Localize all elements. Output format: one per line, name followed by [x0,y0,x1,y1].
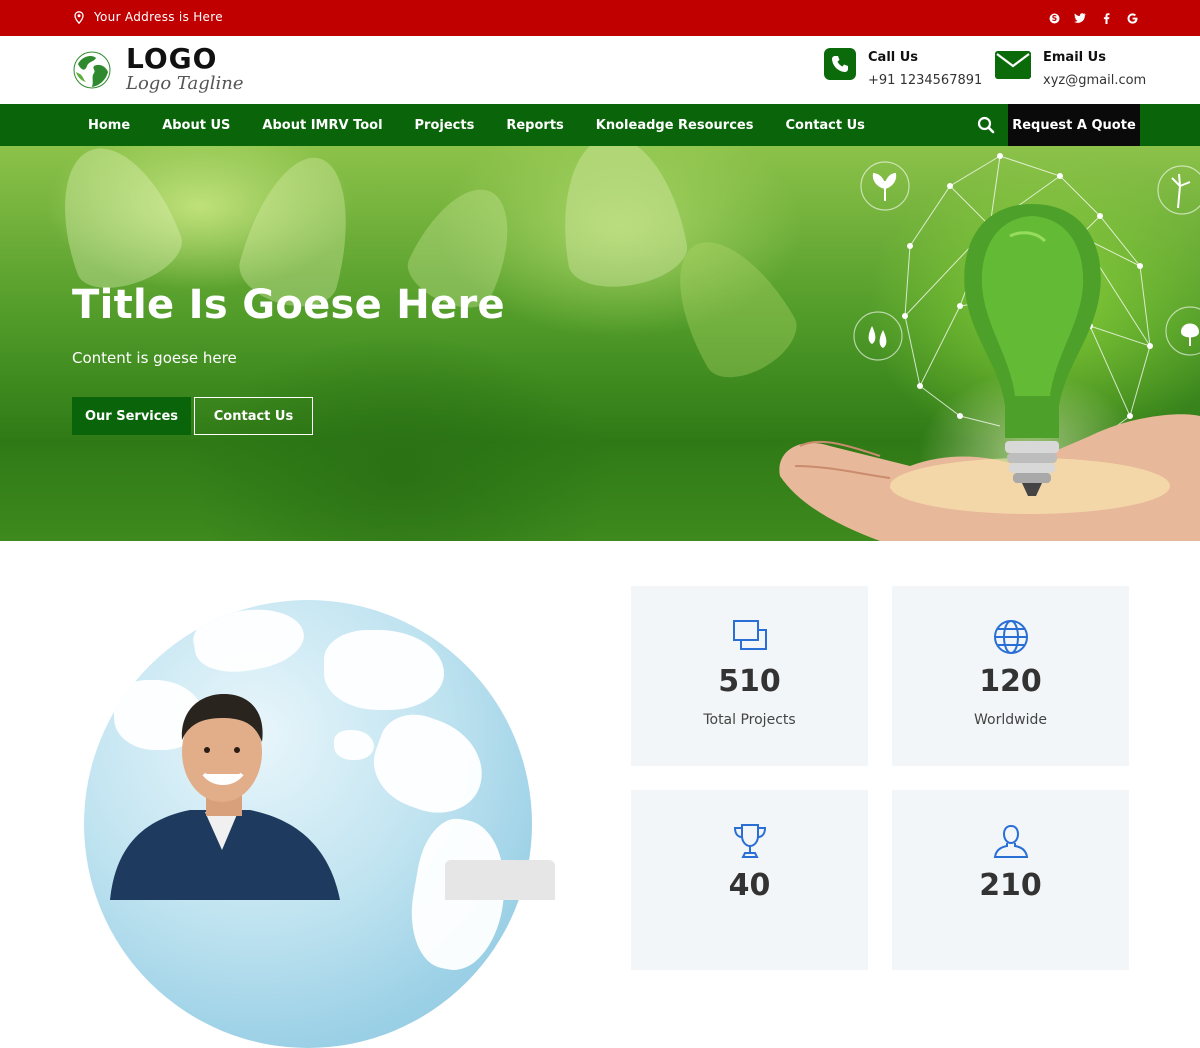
nav-item-knowledge-resources[interactable]: Knoleadge Resources [580,118,770,133]
envelope-icon [995,51,1031,79]
address-text: Your Address is Here [94,10,223,24]
landmass [361,703,497,827]
site-header: LOGO Logo Tagline Call Us +91 1234567891… [0,36,1200,104]
twitter-icon[interactable] [1074,9,1086,27]
smiling-man-photo [110,694,340,900]
background-leaf [39,146,191,301]
hero-subtitle: Content is goese here [72,349,237,367]
logo[interactable]: LOGO Logo Tagline [72,45,244,95]
email-label: Email Us [1043,50,1106,65]
phone-icon [824,48,856,80]
hero-title: Title Is Goese Here [72,282,505,328]
stat-card-worldwide: 120 Worldwide [892,586,1129,766]
globe-logo-icon [73,51,111,89]
stat-card-awards: 40 [631,790,868,970]
hero-banner: Title Is Goese Here Content is goese her… [0,146,1200,541]
our-services-button[interactable]: Our Services [72,397,191,435]
stat-label: Worldwide [974,712,1047,728]
email-address: xyz@gmail.com [1043,73,1147,88]
contact-us-button[interactable]: Contact Us [194,397,313,435]
background-leaf [547,146,693,296]
globe-icon [993,620,1028,654]
stat-value: 40 [728,868,771,903]
phone-number: +91 1234567891 [868,73,983,88]
stat-value: 510 [718,664,781,699]
lightbulb-illustration [779,153,1200,541]
nav-item-about-us[interactable]: About US [146,118,246,133]
user-icon [993,824,1028,858]
stat-value: 120 [979,664,1042,699]
facebook-icon[interactable] [1100,9,1112,27]
stat-label: Total Projects [703,712,796,728]
request-quote-button[interactable]: Request A Quote [1008,104,1140,146]
nav-item-reports[interactable]: Reports [490,118,579,133]
social-links: S [1048,9,1138,27]
nav-item-about-imrv-tool[interactable]: About IMRV Tool [246,118,398,133]
trophy-icon [733,824,766,858]
call-us[interactable]: Call Us +91 1234567891 [824,48,982,88]
laptop [445,860,555,900]
stat-card-projects: 510 Total Projects [631,586,868,766]
main-nav: Home About US About IMRV Tool Projects R… [0,104,1200,146]
nav-item-home[interactable]: Home [72,118,146,133]
logo-title: LOGO [126,42,218,75]
google-icon[interactable] [1126,9,1138,27]
address: Your Address is Here [74,10,223,24]
top-bar: Your Address is Here S [0,0,1200,36]
skype-icon[interactable]: S [1048,9,1060,27]
email-us[interactable]: Email Us xyz@gmail.com [995,48,1146,88]
stat-card-clients: 210 [892,790,1129,970]
call-label: Call Us [868,50,919,65]
location-pin-icon [74,10,84,24]
nav-item-contact-us[interactable]: Contact Us [769,118,880,133]
svg-text:S: S [1051,14,1056,23]
landmass [189,600,309,680]
stat-value: 210 [979,868,1042,903]
landmass [334,730,374,760]
landmass [324,630,444,710]
nav-item-projects[interactable]: Projects [399,118,491,133]
search-icon[interactable] [976,115,996,135]
logo-tagline: Logo Tagline [126,73,244,94]
projects-icon [732,620,767,650]
